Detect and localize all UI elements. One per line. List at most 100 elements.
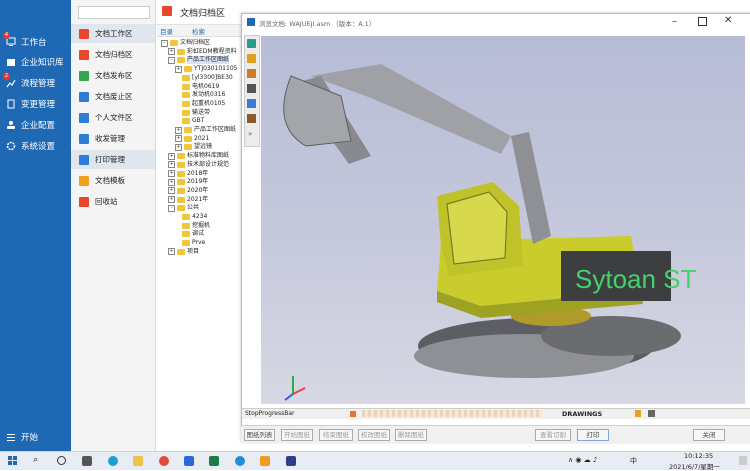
expand-icon[interactable]: » (248, 130, 252, 138)
tree-row[interactable]: + 技术部设计规范 (168, 161, 229, 169)
tree-row[interactable]: 输送带 (175, 109, 210, 117)
start-drawing-button[interactable]: 开始图纸 (281, 429, 313, 441)
tab-directory[interactable]: 目录 (160, 26, 173, 36)
stamp-icon[interactable] (247, 114, 256, 123)
edge-icon[interactable] (108, 456, 118, 466)
tree-row[interactable]: 起重机0105 (175, 100, 225, 108)
viewer-app-icon[interactable] (286, 456, 296, 466)
app-icon[interactable] (184, 456, 194, 466)
sub-nav-item[interactable]: 文档工作区 (71, 24, 155, 43)
minimize-icon[interactable]: – (672, 16, 677, 27)
tree-row[interactable]: - 文档归档区 (161, 39, 210, 47)
tree-row[interactable]: + 产品工作区图纸 (175, 126, 236, 134)
tree-row[interactable]: - 公共 (168, 204, 199, 212)
tree-row[interactable]: 发动机0316 (175, 91, 225, 99)
close-icon[interactable]: ✕ (724, 15, 732, 26)
expand-toggle-icon[interactable] (175, 215, 180, 220)
expand-toggle-icon[interactable] (175, 232, 180, 237)
excel-icon[interactable] (209, 456, 219, 466)
tree-row[interactable]: +2021年 (168, 196, 208, 204)
nav-item-knowledge[interactable]: 企业知识库 (0, 53, 71, 71)
notification-icon[interactable] (739, 456, 747, 465)
lock-icon[interactable] (648, 410, 655, 417)
expand-toggle-icon[interactable]: + (168, 187, 175, 195)
tree-row[interactable]: +2018年 (168, 170, 208, 178)
expand-toggle-icon[interactable]: + (168, 152, 175, 160)
expand-toggle-icon[interactable] (175, 75, 180, 80)
end-drawing-button[interactable]: 结束图纸 (319, 429, 353, 441)
ime-indicator[interactable]: 中 (630, 456, 637, 466)
tree-row[interactable]: + 项目 (168, 248, 199, 256)
browser-icon[interactable] (235, 456, 245, 466)
pencil-icon[interactable] (635, 410, 641, 417)
tray-icons[interactable]: ∧ ◉ ☁ ♪ (568, 456, 597, 464)
expand-toggle-icon[interactable]: + (168, 170, 175, 177)
tree-row[interactable]: +2021 (175, 135, 209, 143)
layers-icon[interactable] (247, 54, 256, 63)
nav-item-change[interactable]: 变更管理 (0, 95, 71, 113)
tree-row[interactable]: + 标准物料库图纸 (168, 152, 229, 160)
sub-nav-item[interactable]: 打印管理 (71, 150, 155, 169)
sub-nav-item[interactable]: 个人文件区 (71, 108, 155, 127)
print-button[interactable]: 打印 (577, 429, 609, 441)
expand-toggle-icon[interactable]: + (175, 65, 182, 73)
sub-nav-item[interactable]: 文档模板 (71, 171, 155, 190)
nav-item-workbench[interactable]: 4 工作台 (0, 32, 71, 51)
task-view-icon[interactable] (82, 456, 92, 466)
sub-nav-item[interactable]: 文档发布区 (71, 66, 155, 85)
drawing-list-button[interactable]: 图纸列表 (244, 429, 275, 441)
view-cut-button[interactable]: 查看切割 (535, 429, 571, 441)
page-icon[interactable] (247, 99, 256, 108)
expand-toggle-icon[interactable] (175, 93, 180, 98)
tree-row[interactable]: 4234 (175, 213, 207, 221)
tree-row[interactable]: Prve (175, 239, 205, 247)
clock-date[interactable]: 2021/6/7/星期一 (669, 461, 720, 471)
windows-start-icon[interactable] (8, 456, 18, 466)
expand-toggle-icon[interactable] (175, 84, 180, 89)
cortana-icon[interactable] (57, 456, 66, 465)
start-button[interactable]: 开始 (0, 428, 71, 446)
tree-row[interactable]: [yl3300]BE30 (175, 74, 233, 82)
expand-toggle-icon[interactable]: + (168, 196, 175, 204)
search-input[interactable] (78, 6, 150, 19)
expand-toggle-icon[interactable]: + (168, 248, 175, 256)
measure-icon[interactable] (247, 84, 256, 93)
expand-toggle-icon[interactable]: + (175, 135, 182, 143)
tree-row[interactable]: + 望远镜 (175, 143, 212, 151)
expand-toggle-icon[interactable]: + (175, 143, 182, 151)
tree-row[interactable]: 挖掘机 (175, 222, 210, 230)
expand-toggle-icon[interactable] (175, 119, 180, 124)
nav-item-enterprise-config[interactable]: 企业配置 (0, 116, 71, 134)
tree-row[interactable]: 电机0619 (175, 83, 219, 91)
model-tree-icon[interactable] (247, 39, 256, 48)
tree-row[interactable]: + 彩虹EDM教程资料 (168, 48, 237, 56)
expand-toggle-icon[interactable]: - (168, 56, 175, 64)
tree-row[interactable]: - 产品工作区图纸 (168, 56, 230, 65)
sub-nav-item[interactable]: 文档归档区 (71, 45, 155, 64)
nav-item-workflow[interactable]: 2 流程管理 (0, 73, 71, 92)
expand-toggle-icon[interactable]: - (161, 39, 168, 47)
maximize-icon[interactable] (698, 17, 707, 26)
tab-search[interactable]: 检索 (192, 26, 205, 36)
tree-row[interactable]: GBT (175, 117, 204, 125)
expand-toggle-icon[interactable] (175, 223, 180, 228)
expand-toggle-icon[interactable] (175, 241, 180, 246)
nav-item-system-settings[interactable]: 系统设置 (0, 137, 71, 155)
tree-row[interactable]: 调试 (175, 230, 204, 238)
file-explorer-icon[interactable] (133, 456, 143, 466)
expand-toggle-icon[interactable]: + (168, 178, 175, 186)
sub-nav-item[interactable]: 文档废止区 (71, 87, 155, 106)
expand-toggle-icon[interactable] (175, 110, 180, 115)
clock-time[interactable]: 10:12:35 (684, 452, 713, 460)
sub-nav-item[interactable]: 收发管理 (71, 129, 155, 148)
pencil-icon[interactable] (247, 69, 256, 78)
search-icon[interactable]: ⌕ (33, 455, 38, 465)
delete-drawing-button[interactable]: 删除图纸 (395, 429, 427, 441)
close-button[interactable]: 关闭 (693, 429, 725, 441)
expand-toggle-icon[interactable]: + (168, 161, 175, 169)
expand-toggle-icon[interactable] (175, 101, 180, 106)
tree-row[interactable]: +2019年 (168, 178, 208, 186)
chrome-icon[interactable] (159, 456, 169, 466)
expand-toggle-icon[interactable]: - (168, 204, 175, 212)
model-canvas[interactable]: Sytoan ST (261, 36, 745, 404)
